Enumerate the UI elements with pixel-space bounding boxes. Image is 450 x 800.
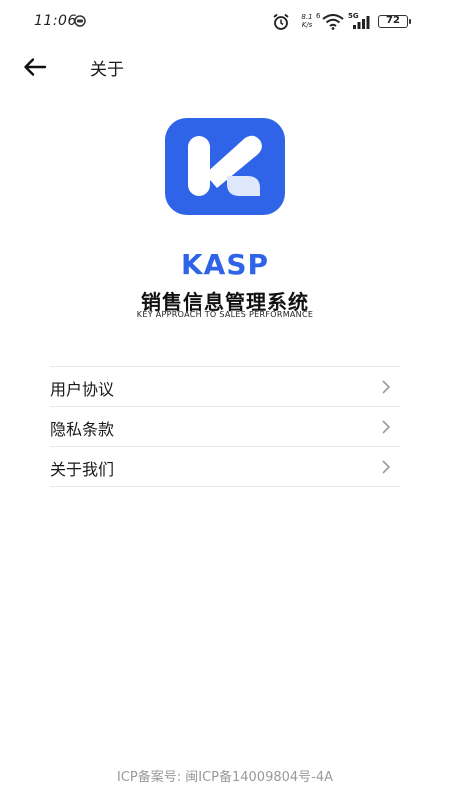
menu-item-about-us[interactable]: 关于我们 xyxy=(50,447,400,487)
alarm-icon xyxy=(273,13,289,30)
status-bar: 11:06 8.1 K/s 6 5G 72 xyxy=(0,0,450,44)
status-time: 11:06 xyxy=(34,13,77,29)
brand-name: KASP xyxy=(180,248,270,281)
menu-item-user-agreement[interactable]: 用户协议 xyxy=(50,367,400,407)
back-button[interactable] xyxy=(20,52,50,82)
chevron-right-icon xyxy=(382,380,390,394)
menu-item-label: 隐私条款 xyxy=(50,420,115,439)
app-logo xyxy=(165,118,285,215)
chevron-right-icon xyxy=(382,460,390,474)
battery-icon: 72 xyxy=(378,15,411,28)
signal-icon xyxy=(353,16,370,29)
k-logo-icon xyxy=(188,135,262,196)
net-speed-value: 8.1 xyxy=(301,13,313,21)
about-screen: 11:06 8.1 K/s 6 5G 72 关于 KASP 销售信息管理系统 K… xyxy=(0,0,450,800)
arrow-left-icon xyxy=(24,58,47,76)
chevron-right-icon xyxy=(382,420,390,434)
notification-icon xyxy=(74,15,86,27)
menu-item-label: 用户协议 xyxy=(50,380,115,399)
menu-item-privacy-policy[interactable]: 隐私条款 xyxy=(50,407,400,447)
menu-list: 用户协议 隐私条款 关于我们 xyxy=(50,366,400,487)
menu-item-label: 关于我们 xyxy=(50,460,115,479)
page-title: 关于 xyxy=(90,60,124,80)
net-speed: 8.1 K/s xyxy=(298,13,316,29)
net-speed-unit: K/s xyxy=(301,21,313,29)
icp-footer: ICP备案号: 闽ICP备14009804号-4A xyxy=(116,770,334,785)
brand-en-subtitle: KEY APPROACH TO SALES PERFORMANCE xyxy=(136,310,314,319)
wifi-icon xyxy=(322,14,344,30)
header: 关于 xyxy=(0,44,450,90)
wifi-label: 6 xyxy=(316,12,321,20)
